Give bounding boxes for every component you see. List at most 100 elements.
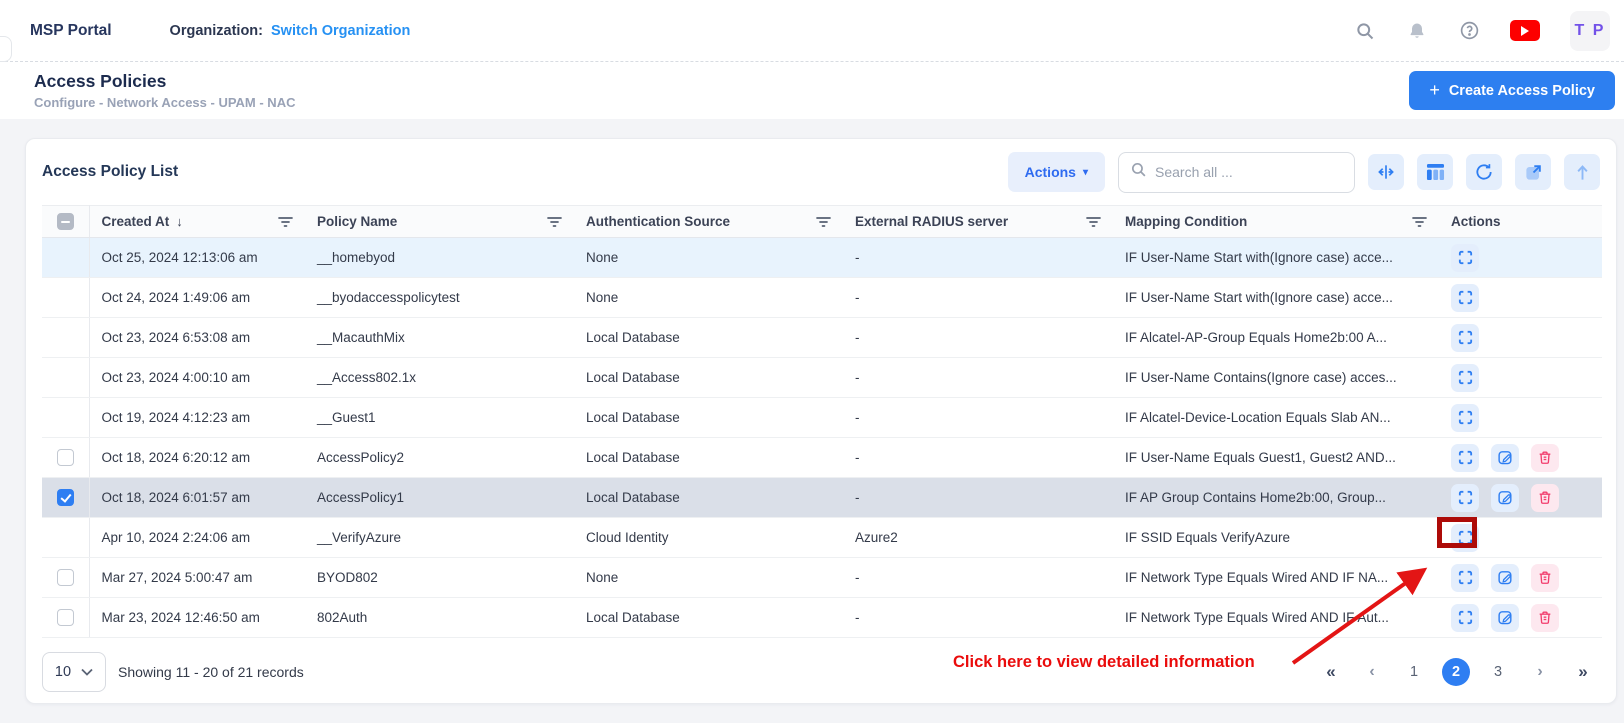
app-header: MSP Portal Organization: Switch Organiza… <box>0 0 1624 62</box>
expand-policy-button[interactable] <box>1451 484 1479 512</box>
pagination-page-2[interactable]: 2 <box>1442 658 1470 686</box>
cell-mapping-condition: IF SSID Equals VerifyAzure <box>1113 518 1439 558</box>
refresh-icon[interactable] <box>1466 154 1502 190</box>
cell-radius-server: - <box>843 558 1113 598</box>
cell-auth-source: None <box>574 278 843 318</box>
edit-policy-button[interactable] <box>1491 444 1519 472</box>
table-row[interactable]: Oct 18, 2024 6:20:12 am AccessPolicy2 Lo… <box>42 438 1602 478</box>
delete-policy-button[interactable] <box>1531 444 1559 472</box>
cell-policy-name: __VerifyAzure <box>305 518 574 558</box>
table-row[interactable]: Oct 24, 2024 1:49:06 am __byodaccesspoli… <box>42 278 1602 318</box>
pagination-page-3[interactable]: 3 <box>1484 658 1512 686</box>
plus-icon: + <box>1429 80 1440 101</box>
expand-policy-button[interactable] <box>1451 564 1479 592</box>
pagination-page-1[interactable]: 1 <box>1400 658 1428 686</box>
bell-icon[interactable] <box>1406 20 1428 42</box>
open-new-icon[interactable] <box>1515 154 1551 190</box>
expand-policy-button[interactable] <box>1451 604 1479 632</box>
cell-mapping-condition: IF Network Type Equals Wired AND IF NA..… <box>1113 558 1439 598</box>
cell-created-at: Oct 19, 2024 4:12:23 am <box>89 398 305 438</box>
table-row[interactable]: Oct 23, 2024 6:53:08 am __MacauthMix Loc… <box>42 318 1602 358</box>
columns-icon[interactable] <box>1417 154 1453 190</box>
page-size-value: 10 <box>55 664 71 680</box>
row-checkbox[interactable] <box>57 449 74 466</box>
select-all-checkbox[interactable] <box>57 213 74 230</box>
cell-policy-name: __homebyod <box>305 238 574 278</box>
export-icon[interactable] <box>1564 154 1600 190</box>
cell-mapping-condition: IF User-Name Equals Guest1, Guest2 AND..… <box>1113 438 1439 478</box>
cell-created-at: Oct 18, 2024 6:01:57 am <box>89 478 305 518</box>
search-all-input[interactable] <box>1155 164 1343 180</box>
table-row[interactable]: Oct 18, 2024 6:01:57 am AccessPolicy1 Lo… <box>42 478 1602 518</box>
delete-policy-button[interactable] <box>1531 484 1559 512</box>
cell-radius-server: - <box>843 598 1113 638</box>
edit-policy-button[interactable] <box>1491 564 1519 592</box>
fit-columns-icon[interactable] <box>1368 154 1404 190</box>
access-policy-list-card: Access Policy List Actions▾ <box>25 138 1617 704</box>
expand-policy-button[interactable] <box>1451 244 1479 272</box>
switch-organization-link[interactable]: Switch Organization <box>271 23 410 39</box>
filter-icon[interactable] <box>1412 216 1427 228</box>
expand-policy-button[interactable] <box>1451 324 1479 352</box>
filter-icon[interactable] <box>816 216 831 228</box>
cell-created-at: Mar 23, 2024 12:46:50 am <box>89 598 305 638</box>
filter-icon[interactable] <box>547 216 562 228</box>
pagination-last[interactable]: » <box>1568 658 1596 686</box>
expand-policy-button[interactable] <box>1451 444 1479 472</box>
pagination-next[interactable]: › <box>1526 658 1554 686</box>
col-created-at: Created At <box>102 214 170 229</box>
organization-label: Organization: <box>170 23 263 39</box>
pagination-prev[interactable]: ‹ <box>1358 658 1386 686</box>
expand-policy-button[interactable] <box>1451 404 1479 432</box>
cell-created-at: Apr 10, 2024 2:24:06 am <box>89 518 305 558</box>
col-auth-source: Authentication Source <box>586 214 730 229</box>
search-icon[interactable] <box>1354 20 1376 42</box>
edit-policy-button[interactable] <box>1491 604 1519 632</box>
cell-mapping-condition: IF Network Type Equals Wired AND IF Aut.… <box>1113 598 1439 638</box>
cell-mapping-condition: IF Alcatel-Device-Location Equals Slab A… <box>1113 398 1439 438</box>
table-row[interactable]: Apr 10, 2024 2:24:06 am __VerifyAzure Cl… <box>42 518 1602 558</box>
page-size-select[interactable]: 10 <box>42 652 106 692</box>
youtube-icon[interactable] <box>1510 20 1540 41</box>
row-checkbox[interactable] <box>57 569 74 586</box>
expand-policy-button[interactable] <box>1451 524 1479 552</box>
create-access-policy-button[interactable]: + Create Access Policy <box>1409 71 1615 110</box>
sidebar-collapsed-edge[interactable] <box>0 36 12 62</box>
cell-mapping-condition: IF User-Name Contains(Ignore case) acces… <box>1113 358 1439 398</box>
cell-created-at: Oct 23, 2024 4:00:10 am <box>89 358 305 398</box>
cell-mapping-condition: IF User-Name Start with(Ignore case) acc… <box>1113 238 1439 278</box>
pagination-first[interactable]: « <box>1316 658 1344 686</box>
brand-title: MSP Portal <box>30 22 112 40</box>
cell-radius-server: - <box>843 238 1113 278</box>
expand-policy-button[interactable] <box>1451 364 1479 392</box>
access-policy-table: Created At ↓ Policy Name Authentication S… <box>42 205 1602 638</box>
filter-icon[interactable] <box>1086 216 1101 228</box>
cell-created-at: Mar 27, 2024 5:00:47 am <box>89 558 305 598</box>
filter-icon[interactable] <box>278 216 293 228</box>
cell-policy-name: __Access802.1x <box>305 358 574 398</box>
actions-dropdown-button[interactable]: Actions▾ <box>1008 152 1105 192</box>
help-icon[interactable] <box>1458 20 1480 42</box>
cell-policy-name: 802Auth <box>305 598 574 638</box>
sort-desc-icon[interactable]: ↓ <box>176 214 183 229</box>
chevron-down-icon <box>81 668 93 676</box>
cell-created-at: Oct 23, 2024 6:53:08 am <box>89 318 305 358</box>
table-row[interactable]: Oct 25, 2024 12:13:06 am __homebyod None… <box>42 238 1602 278</box>
table-row[interactable]: Mar 27, 2024 5:00:47 am BYOD802 None - I… <box>42 558 1602 598</box>
cell-auth-source: Local Database <box>574 318 843 358</box>
row-checkbox[interactable] <box>57 489 74 506</box>
table-row[interactable]: Mar 23, 2024 12:46:50 am 802Auth Local D… <box>42 598 1602 638</box>
col-policy-name: Policy Name <box>317 214 397 229</box>
edit-policy-button[interactable] <box>1491 484 1519 512</box>
col-radius-server: External RADIUS server <box>855 214 1008 229</box>
table-row[interactable]: Oct 19, 2024 4:12:23 am __Guest1 Local D… <box>42 398 1602 438</box>
showing-records-text: Showing 11 - 20 of 21 records <box>118 664 304 680</box>
delete-policy-button[interactable] <box>1531 604 1559 632</box>
delete-policy-button[interactable] <box>1531 564 1559 592</box>
search-all-box[interactable] <box>1118 152 1355 193</box>
col-mapping-condition: Mapping Condition <box>1125 214 1247 229</box>
avatar[interactable]: T P <box>1570 11 1610 51</box>
row-checkbox[interactable] <box>57 609 74 626</box>
expand-policy-button[interactable] <box>1451 284 1479 312</box>
table-row[interactable]: Oct 23, 2024 4:00:10 am __Access802.1x L… <box>42 358 1602 398</box>
